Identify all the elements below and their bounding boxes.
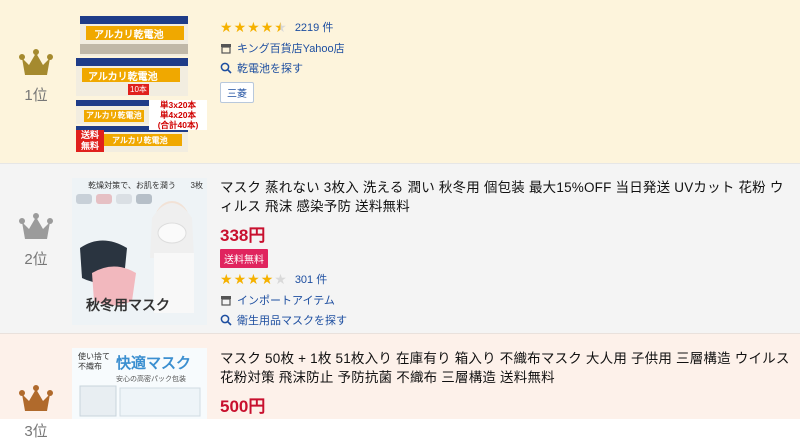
mask-box-photo — [79, 385, 201, 417]
pack-note-3: (合計40本) — [157, 120, 199, 130]
product-info-3: マスク 50枚 + 1枚 51枚入り 在庫有り 箱入り 不織布マスク 大人用 子… — [220, 349, 792, 417]
star-icon: ★ — [233, 271, 247, 287]
store-icon — [220, 294, 232, 306]
star-icon: ★ — [247, 19, 260, 35]
store-link[interactable]: インポートアイテム — [220, 290, 792, 310]
search-category-link[interactable]: 乾電池を探す — [220, 58, 792, 78]
star-icon: ★ — [247, 271, 260, 287]
search-category-label: 乾電池を探す — [237, 63, 303, 75]
store-icon — [220, 42, 232, 54]
rating-stars: ★ ★ ★ ★ ★ 301 件 — [220, 268, 792, 290]
star-icon: ★ — [220, 271, 233, 287]
product-price: 500円 — [220, 397, 266, 416]
product-info-2: マスク 蒸れない 3枚入 洗える 潤い 秋冬用 個包装 最大15%OFF 当日発… — [220, 178, 792, 330]
mask-count-badge: 3枚 — [190, 181, 203, 190]
pack-note-2: 単4x20本 — [160, 110, 196, 120]
product-title-link[interactable]: マスク 蒸れない 3枚入 洗える 潤い 秋冬用 個包装 最大15%OFF 当日発… — [220, 178, 792, 216]
store-name: インポートアイテム — [237, 295, 335, 307]
product-info-1: ★ ★ ★ ★ ★ 2219 件 キング百貨店Yahoo店 乾電池を探す 三菱 — [220, 16, 792, 103]
ranking-item-3: 3位 使い捨て 不織布 快適マスク 安心の高密パック包装 マスク 50枚 + 1… — [0, 333, 800, 440]
review-count-link[interactable]: 2219 件 — [295, 19, 334, 35]
rank-1: 1位 — [10, 48, 62, 105]
rank-label: 1位 — [24, 87, 48, 104]
product-image-mask-winter[interactable]: 乾燥対策で、お肌を潤う 3枚 秋冬用マスク — [72, 178, 207, 325]
store-name: キング百貨店Yahoo店 — [237, 43, 345, 55]
product-image-mask-box[interactable]: 使い捨て 不織布 快適マスク 安心の高密パック包装 — [72, 348, 207, 419]
free-shipping-badge: 送料無料 — [220, 249, 268, 268]
crown-bronze-icon — [19, 385, 53, 411]
search-category-link[interactable]: 衛生用品マスクを探す — [220, 310, 792, 330]
brand-tag[interactable]: 三菱 — [220, 82, 254, 103]
star-half-icon: ★ — [274, 19, 287, 35]
search-category-label: 衛生用品マスクを探す — [237, 315, 347, 327]
crown-gold-icon — [19, 49, 53, 75]
star-empty-icon: ★ — [274, 271, 287, 287]
review-count-link[interactable]: 301 件 — [295, 271, 327, 287]
crown-silver-icon — [19, 213, 53, 239]
pack-size-label: 10本 — [128, 84, 149, 95]
rank-label: 3位 — [24, 423, 48, 440]
star-icon: ★ — [260, 19, 274, 35]
battery-label-c: アルカリ乾電池 — [86, 111, 142, 120]
rank-2: 2位 — [10, 212, 62, 269]
rating-stars: ★ ★ ★ ★ ★ 2219 件 — [220, 16, 792, 38]
pack-note-1: 単3x20本 — [160, 100, 196, 110]
battery-label-a: アルカリ乾電池 — [94, 30, 164, 41]
rank-3: 3位 — [10, 384, 62, 441]
ranking-item-2: 2位 乾燥対策で、お肌を潤う 3枚 秋冬用マスク マスク 蒸れない 3枚入 洗え… — [0, 163, 800, 333]
store-link[interactable]: キング百貨店Yahoo店 — [220, 38, 792, 58]
star-icon: ★ — [220, 19, 233, 35]
rank-label: 2位 — [24, 251, 48, 268]
product-title-link[interactable]: マスク 50枚 + 1枚 51枚入り 在庫有り 箱入り 不織布マスク 大人用 子… — [220, 349, 792, 387]
mask-top-banner: 乾燥対策で、お肌を潤う — [88, 181, 176, 190]
search-icon — [220, 314, 232, 326]
free-shipping-stamp: 送料 無料 — [80, 130, 99, 151]
pack-notes: 単3x20本 単4x20本 (合計40本) — [149, 100, 207, 130]
star-icon: ★ — [233, 19, 247, 35]
product-image-batteries[interactable]: アルカリ乾電池 アルカリ乾電池 アルカリ乾電池 アルカリ乾電池 10本 単3x2… — [72, 14, 207, 152]
star-icon: ★ — [260, 271, 274, 287]
product-price: 338円 — [220, 226, 266, 245]
ranking-item-1: 1位 アルカリ乾電池 アルカリ乾電池 アルカリ乾電池 アルカリ乾電池 10本 単 — [0, 0, 800, 163]
mask-bottom-label: 秋冬用マスク — [86, 297, 170, 313]
battery-label-d: アルカリ乾電池 — [112, 136, 168, 145]
battery-label-b: アルカリ乾電池 — [88, 72, 158, 83]
search-icon — [220, 62, 232, 74]
